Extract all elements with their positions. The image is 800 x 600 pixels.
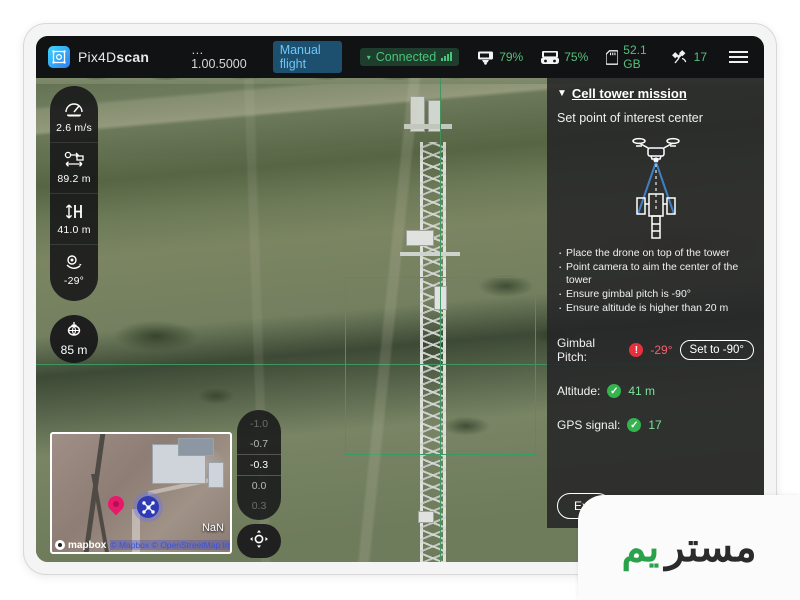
telemetry-item-speed: 2.6 m/s: [50, 92, 98, 143]
satellite-icon: [671, 49, 689, 65]
connection-label: Connected: [375, 50, 437, 64]
instruction-item: Ensure altitude is higher than 20 m: [557, 301, 754, 315]
pix4d-scan-logo-icon: [48, 46, 70, 68]
drone-battery-value: 79%: [499, 50, 524, 64]
map-pin-icon: [104, 492, 128, 516]
mission-panel: ▼ Cell tower mission Set point of intere…: [547, 78, 764, 528]
telemetry-item-distance: 89.2 m: [50, 143, 98, 194]
controller-battery-icon: [541, 50, 560, 65]
flight-mode-badge[interactable]: Manual flight: [272, 41, 342, 73]
telemetry-item-altitude: 41.0 m: [50, 194, 98, 245]
gimbal-tick: -1.0: [249, 418, 269, 430]
storage-value: 52.1 GB: [623, 43, 647, 71]
check-row-gimbal-pitch: Gimbal Pitch: ! -29° Set to -90°: [557, 336, 754, 364]
home-distance-value: 85 m: [60, 343, 88, 357]
caret-down-icon[interactable]: ▼: [557, 88, 567, 99]
telemetry-value-distance: 89.2 m: [57, 173, 91, 185]
drone-over-tower-diagram: [557, 131, 754, 241]
tower-antenna-panel: [410, 96, 425, 132]
tower-antenna-panel: [428, 100, 441, 132]
controller-battery-value: 75%: [564, 50, 589, 64]
mission-panel-header[interactable]: ▼ Cell tower mission: [557, 86, 754, 101]
telemetry-panel: 2.6 m/s 89.2 m 41.0 m -29°: [50, 86, 98, 301]
watermark-mark: یم: [621, 525, 660, 570]
connection-status-badge[interactable]: ▾ Connected: [359, 48, 460, 66]
instruction-item: Ensure gimbal pitch is -90°: [557, 287, 754, 301]
mapbox-dot-icon: [55, 540, 65, 550]
mission-subtitle: Set point of interest center: [557, 111, 703, 125]
gps-signal-value: 17: [648, 418, 662, 432]
horizontal-speed-icon: [50, 99, 98, 119]
app-version: …1.00.5000: [191, 43, 247, 71]
tower-cross-brace: [400, 252, 460, 256]
tablet-screen: Pix4Dscan …1.00.5000 Manual flight ▾ Con…: [36, 36, 764, 562]
check-icon: ✓: [627, 418, 642, 432]
telemetry-value-altitude: 41.0 m: [57, 224, 91, 236]
tower-equipment-box: [406, 230, 434, 246]
crosshair-vertical: [440, 36, 441, 562]
altitude-value: 41 m: [628, 384, 656, 398]
tower-equipment-box: [418, 511, 434, 523]
hamburger-menu-icon[interactable]: [729, 51, 748, 63]
instruction-item: Point camera to aim the center of the to…: [557, 260, 754, 287]
gimbal-control-icon: [249, 529, 269, 554]
home-distance-icon: [65, 321, 83, 342]
drone-battery-status: 79%: [477, 50, 523, 65]
horizontal-distance-icon: [50, 150, 98, 170]
tower-equipment-box: [434, 286, 447, 310]
gimbal-pitch-label: Gimbal Pitch:: [557, 336, 596, 364]
map-building: [208, 462, 224, 488]
app-title-prefix: Pix4D: [78, 49, 117, 65]
storage-status: 52.1 GB: [606, 43, 653, 71]
app-title: Pix4Dscan: [78, 49, 149, 65]
tablet-device-frame: Pix4Dscan …1.00.5000 Manual flight ▾ Con…: [24, 24, 776, 574]
satellite-value: 17: [693, 50, 707, 64]
watermark-text: مستر: [665, 525, 757, 570]
home-distance-badge: 85 m: [50, 315, 98, 363]
gimbal-pitch-value: -29°: [650, 343, 673, 357]
check-row-altitude: Altitude: ✓ 41 m: [557, 384, 754, 398]
watermark-overlay: یم مستر: [578, 495, 800, 600]
telemetry-value-gimbal: -29°: [63, 275, 85, 287]
top-status-bar: Pix4Dscan …1.00.5000 Manual flight ▾ Con…: [36, 36, 764, 78]
controller-battery-status: 75%: [541, 50, 588, 65]
telemetry-value-speed: 2.6 m/s: [56, 122, 92, 134]
map-building: [178, 438, 214, 456]
map-place-label: NaN: [201, 522, 224, 534]
cell-tower-subject: [394, 96, 472, 562]
telemetry-item-gimbal: -29°: [50, 245, 98, 295]
app-title-suffix: scan: [116, 49, 150, 65]
map-attribution: mapbox © Mapbox © OpenStreetMap Improve …: [52, 538, 230, 552]
altitude-icon: [50, 201, 98, 221]
signal-bars-icon: [441, 50, 453, 64]
tower-arm: [404, 124, 452, 129]
check-row-gps-signal: GPS signal: ✓ 17: [557, 418, 754, 432]
drone-marker-icon: [137, 496, 159, 518]
alert-icon: !: [629, 343, 644, 357]
gimbal-pitch-icon: [50, 252, 98, 272]
satellite-status: 17: [671, 49, 707, 65]
altitude-label: Altitude:: [557, 384, 601, 398]
chevron-down-icon: ▾: [366, 52, 371, 62]
gimbal-control-button[interactable]: [237, 524, 281, 558]
sd-card-icon: [606, 49, 619, 65]
gimbal-tick: 0.0: [251, 480, 267, 492]
gimbal-tick: 0.3: [251, 500, 267, 512]
map-attribution-links[interactable]: © Mapbox © OpenStreetMap Improve this ma…: [110, 540, 230, 550]
drone-battery-icon: [477, 50, 494, 65]
mini-map[interactable]: NaN mapbox © Mapbox © OpenStreetMap Impr…: [50, 432, 232, 554]
gps-signal-label: GPS signal:: [557, 418, 621, 432]
gimbal-slider[interactable]: -1.0 -0.7 -0.3 0.0 0.3: [237, 410, 281, 520]
point-of-interest-box[interactable]: [345, 277, 536, 455]
mapbox-logo[interactable]: mapbox: [55, 540, 106, 551]
gimbal-tick: -0.7: [249, 438, 269, 450]
mission-title: Cell tower mission: [571, 86, 687, 101]
gimbal-tick-current: -0.3: [237, 454, 281, 476]
instruction-item: Place the drone on top of the tower: [557, 246, 754, 260]
check-icon: ✓: [607, 384, 622, 398]
mapbox-label: mapbox: [68, 539, 107, 551]
set-gimbal-to-90-button[interactable]: Set to -90°: [679, 340, 754, 360]
tower-mast: [420, 142, 446, 562]
instruction-list: Place the drone on top of the tower Poin…: [557, 246, 754, 316]
